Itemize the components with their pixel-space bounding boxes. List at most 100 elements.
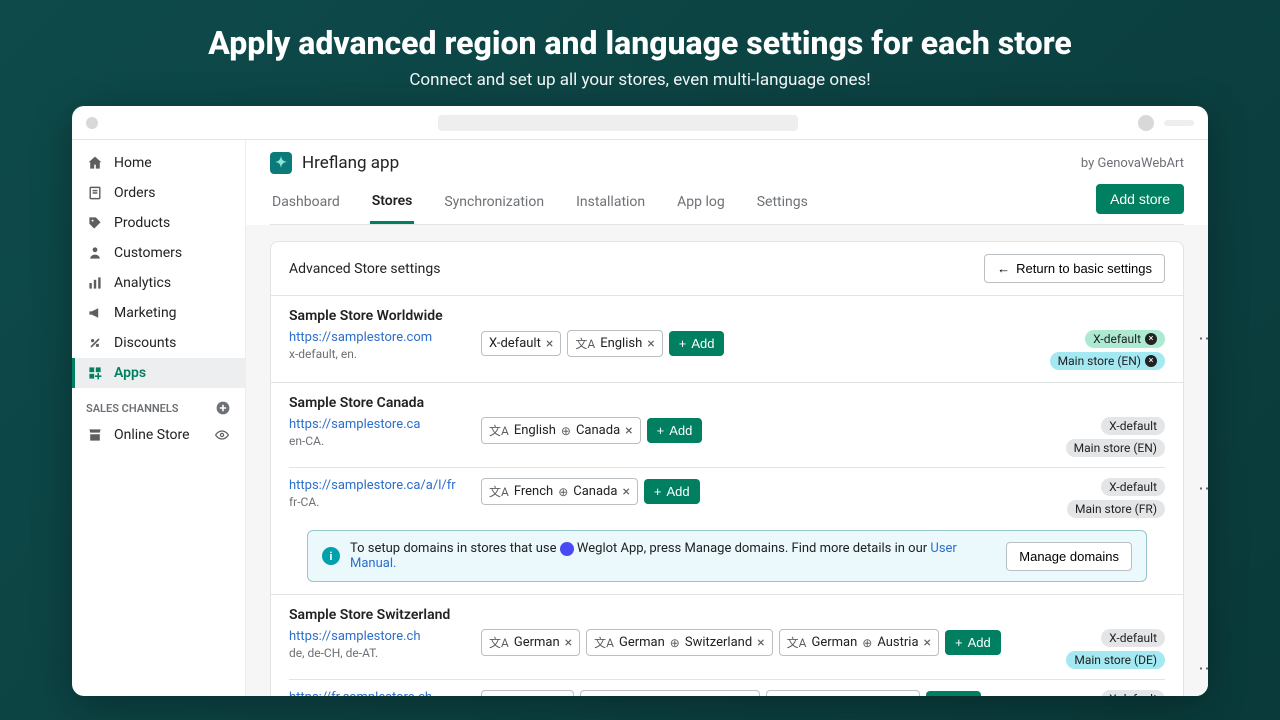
titlebar-search-placeholder[interactable] [438, 115, 798, 131]
store-icon [86, 426, 104, 444]
store-name: Sample Store Worldwide [289, 308, 1165, 324]
remove-icon[interactable]: × [546, 337, 553, 351]
store-url[interactable]: https://samplestore.ca [289, 417, 461, 432]
remove-icon[interactable]: × [625, 424, 632, 438]
sidebar-item-discounts[interactable]: Discounts [72, 328, 245, 358]
chip-german-at[interactable]: 文AGerman ⊕Austria× [779, 629, 939, 656]
sidebar-item-products[interactable]: Products [72, 208, 245, 238]
sidebar-item-analytics[interactable]: Analytics [72, 268, 245, 298]
badge-xdefault[interactable]: X-default [1101, 629, 1165, 647]
customers-icon [86, 244, 104, 262]
hero-title: Apply advanced region and language setti… [0, 24, 1280, 62]
store-name: Sample Store Switzerland [289, 607, 1165, 623]
info-icon: i [322, 547, 340, 565]
sidebar-item-apps[interactable]: Apps [72, 358, 245, 388]
sidebar: Home Orders Products Customers Analytics… [72, 140, 246, 696]
tab-settings[interactable]: Settings [755, 186, 810, 222]
add-chip-button[interactable]: +Add [647, 418, 703, 443]
remove-icon[interactable]: × [647, 337, 654, 351]
window-dot [86, 117, 98, 129]
store-url[interactable]: https://samplestore.ca/a/l/fr [289, 478, 461, 493]
add-chip-button[interactable]: +Add [945, 630, 1001, 655]
store-canada: Sample Store Canada https://samplestore.… [271, 383, 1183, 595]
language-icon: 文A [489, 483, 509, 500]
sidebar-item-marketing[interactable]: Marketing [72, 298, 245, 328]
chip-french-ch[interactable]: 文AFrench ⊕Switzerland× [580, 690, 760, 696]
sidebar-channels-header: SALES CHANNELS [72, 388, 245, 420]
sidebar-item-label: Customers [114, 245, 182, 261]
badge-xdefault[interactable]: X-default× [1085, 330, 1165, 348]
store-locales: fr-CA. [289, 495, 461, 509]
chip-french[interactable]: 文AFrench× [481, 690, 574, 696]
store-locales: x-default, en. [289, 347, 461, 361]
badge-mainstore[interactable]: Main store (EN)× [1050, 352, 1165, 370]
sidebar-item-label: Apps [114, 365, 146, 381]
add-chip-button[interactable]: +Add [669, 331, 725, 356]
manage-domains-button[interactable]: Manage domains [1006, 542, 1132, 571]
more-actions-button[interactable]: ⋯ [1198, 658, 1208, 679]
badge-mainstore[interactable]: Main store (EN) [1066, 439, 1165, 457]
discounts-icon [86, 334, 104, 352]
chip-xdefault[interactable]: X-default× [481, 331, 561, 356]
store-url[interactable]: https://fr.samplestore.ch [289, 690, 461, 696]
add-channel-icon[interactable] [215, 400, 231, 416]
add-chip-button[interactable]: +Add [926, 691, 982, 696]
sidebar-item-orders[interactable]: Orders [72, 178, 245, 208]
badge-xdefault[interactable]: X-default [1101, 478, 1165, 496]
return-to-basic-button[interactable]: ←Return to basic settings [984, 254, 1165, 283]
marketing-icon [86, 304, 104, 322]
weglot-icon [560, 542, 574, 556]
avatar-icon[interactable] [1138, 115, 1154, 131]
language-icon: 文A [594, 634, 614, 651]
remove-icon[interactable]: × [622, 485, 629, 499]
store-url[interactable]: https://samplestore.ch [289, 629, 461, 644]
sidebar-item-customers[interactable]: Customers [72, 238, 245, 268]
remove-badge-icon[interactable]: × [1145, 333, 1157, 345]
chip-german[interactable]: 文AGerman× [481, 629, 580, 656]
sidebar-item-label: Marketing [114, 305, 177, 321]
chip-french-at[interactable]: 文AFrench ⊕Austria× [766, 690, 920, 696]
globe-icon: ⊕ [558, 485, 568, 499]
badge-mainstore[interactable]: Main store (DE) [1066, 651, 1165, 669]
badge-xdefault[interactable]: X-default [1101, 417, 1165, 435]
remove-badge-icon[interactable]: × [1145, 355, 1157, 367]
add-store-button[interactable]: Add store [1096, 184, 1184, 214]
chip-english[interactable]: 文AEnglish× [567, 330, 662, 357]
badge-xdefault[interactable]: X-default [1101, 690, 1165, 696]
language-icon: 文A [489, 634, 509, 651]
sidebar-item-online-store[interactable]: Online Store [72, 420, 245, 450]
chip-english-canada[interactable]: 文AEnglish ⊕Canada× [481, 417, 641, 444]
remove-icon[interactable]: × [757, 636, 764, 650]
tab-synchronization[interactable]: Synchronization [442, 186, 546, 222]
sidebar-item-label: Home [114, 155, 152, 171]
sidebar-item-label: Online Store [114, 427, 190, 443]
more-actions-button[interactable]: ⋯ [1198, 478, 1208, 499]
language-icon: 文A [774, 695, 794, 696]
tab-dashboard[interactable]: Dashboard [270, 186, 342, 222]
home-icon [86, 154, 104, 172]
add-chip-button[interactable]: +Add [644, 479, 700, 504]
tab-installation[interactable]: Installation [574, 186, 647, 222]
badge-mainstore[interactable]: Main store (FR) [1067, 500, 1165, 518]
store-url[interactable]: https://samplestore.com [289, 330, 461, 345]
sidebar-item-label: Products [114, 215, 170, 231]
chip-german-ch[interactable]: 文AGerman ⊕Switzerland× [586, 629, 773, 656]
sidebar-item-home[interactable]: Home [72, 148, 245, 178]
weglot-info-banner: i To setup domains in stores that use We… [307, 530, 1147, 582]
view-icon[interactable] [213, 426, 231, 444]
tab-app-log[interactable]: App log [675, 186, 727, 222]
more-actions-button[interactable]: ⋯ [1198, 329, 1208, 350]
language-icon: 文A [575, 335, 595, 352]
app-window: Home Orders Products Customers Analytics… [72, 106, 1208, 696]
tab-stores[interactable]: Stores [370, 185, 415, 224]
globe-icon: ⊕ [561, 424, 571, 438]
remove-icon[interactable]: × [924, 636, 931, 650]
language-icon: 文A [588, 695, 608, 696]
user-placeholder [1164, 120, 1194, 126]
language-icon: 文A [489, 695, 509, 696]
globe-icon: ⊕ [862, 636, 872, 650]
titlebar [72, 106, 1208, 140]
remove-icon[interactable]: × [565, 636, 572, 650]
plus-icon: + [657, 423, 665, 438]
chip-french-canada[interactable]: 文AFrench ⊕Canada× [481, 478, 638, 505]
